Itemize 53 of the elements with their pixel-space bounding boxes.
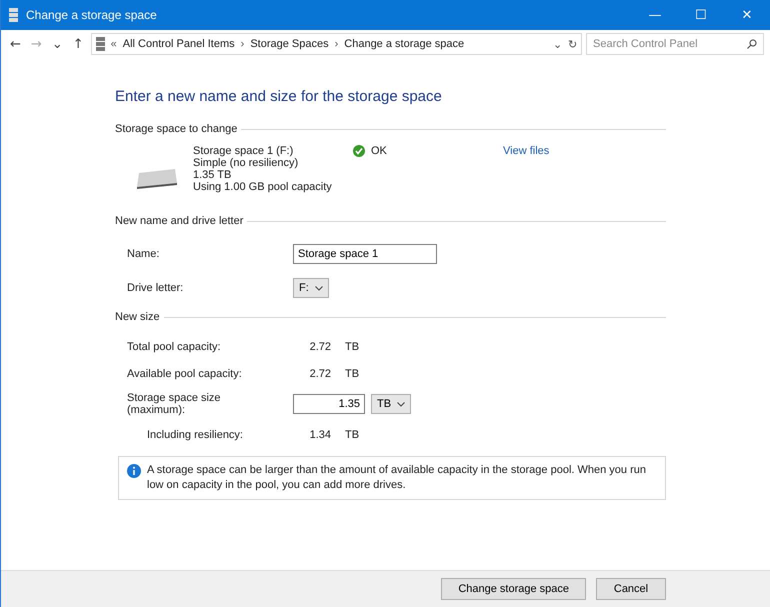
storage-icon <box>9 8 18 22</box>
search-field[interactable]: Search Control Panel <box>586 33 764 55</box>
change-storage-space-button[interactable]: Change storage space <box>441 578 586 600</box>
unit-label: TB <box>345 340 360 352</box>
drive-letter-dropdown[interactable]: F: <box>293 278 329 298</box>
capacity-value: 2.72 <box>308 340 331 352</box>
size-field[interactable]: 1.35 <box>293 394 365 414</box>
status-text: OK <box>371 145 387 157</box>
field-label: Total pool capacity: <box>127 340 222 352</box>
refresh-button[interactable]: ↻ <box>568 38 577 50</box>
breadcrumb[interactable]: Change a storage space <box>344 38 464 50</box>
capacity-value: 1.34 <box>308 428 331 440</box>
unit-dropdown[interactable]: TB <box>371 394 412 414</box>
info-icon <box>127 464 141 478</box>
field-label: Available pool capacity: <box>127 368 243 380</box>
maximize-button[interactable]: ☐ <box>678 0 724 30</box>
minimize-button[interactable]: — <box>632 0 678 30</box>
name-field[interactable]: Storage space 1 <box>293 244 437 264</box>
breadcrumb[interactable]: Storage Spaces <box>250 38 329 50</box>
storage-detail: 1.35 TB <box>193 169 232 181</box>
chevron-down-icon <box>314 286 323 290</box>
address-bar[interactable]: « All Control Panel Items › Storage Spaces › Change a storage space ⌄ ↻ <box>90 33 582 55</box>
storage-detail: Simple (no resiliency) <box>193 157 300 169</box>
field-label: Name: <box>127 248 160 260</box>
cancel-button[interactable]: Cancel <box>596 578 666 600</box>
chevron-down-icon <box>397 402 406 406</box>
check-icon <box>353 145 365 157</box>
field-label: Storage space size (maximum): <box>127 392 222 416</box>
search-icon <box>747 39 757 49</box>
view-files-link[interactable]: View files <box>503 145 550 193</box>
unit-label: TB <box>345 368 360 380</box>
page-heading: Enter a new name and size for the storage space <box>115 88 443 105</box>
storage-detail: Storage space 1 (F:) <box>193 145 294 157</box>
recent-button[interactable]: ⌄ <box>48 36 66 52</box>
unit-label: TB <box>345 428 360 440</box>
storage-detail: Using 1.00 GB pool capacity <box>193 181 333 193</box>
capacity-value: 2.72 <box>308 368 331 380</box>
section-title: New name and drive letter <box>115 215 244 227</box>
breadcrumb-separator: › <box>240 38 244 50</box>
window-title: Change a storage space <box>26 8 158 22</box>
field-label: Drive letter: <box>127 282 184 294</box>
overflow-marker: « <box>110 38 117 50</box>
breadcrumb-separator: › <box>334 38 338 50</box>
close-button[interactable]: ✕ <box>724 0 770 30</box>
storage-icon <box>96 37 105 51</box>
up-button[interactable]: ↑ <box>70 36 87 52</box>
section-title: Storage space to change <box>115 123 238 135</box>
field-label: Including resiliency: <box>147 428 244 440</box>
info-text: A storage space can be larger than the amount of available capacity in the storage pool. When you run low on capacity in the pool, you can add more drives. <box>147 463 647 493</box>
history-dropdown[interactable]: ⌄ <box>553 38 562 50</box>
back-button[interactable]: ← <box>7 36 24 52</box>
breadcrumb[interactable]: All Control Panel Items <box>122 38 235 50</box>
section-title: New size <box>115 311 160 323</box>
